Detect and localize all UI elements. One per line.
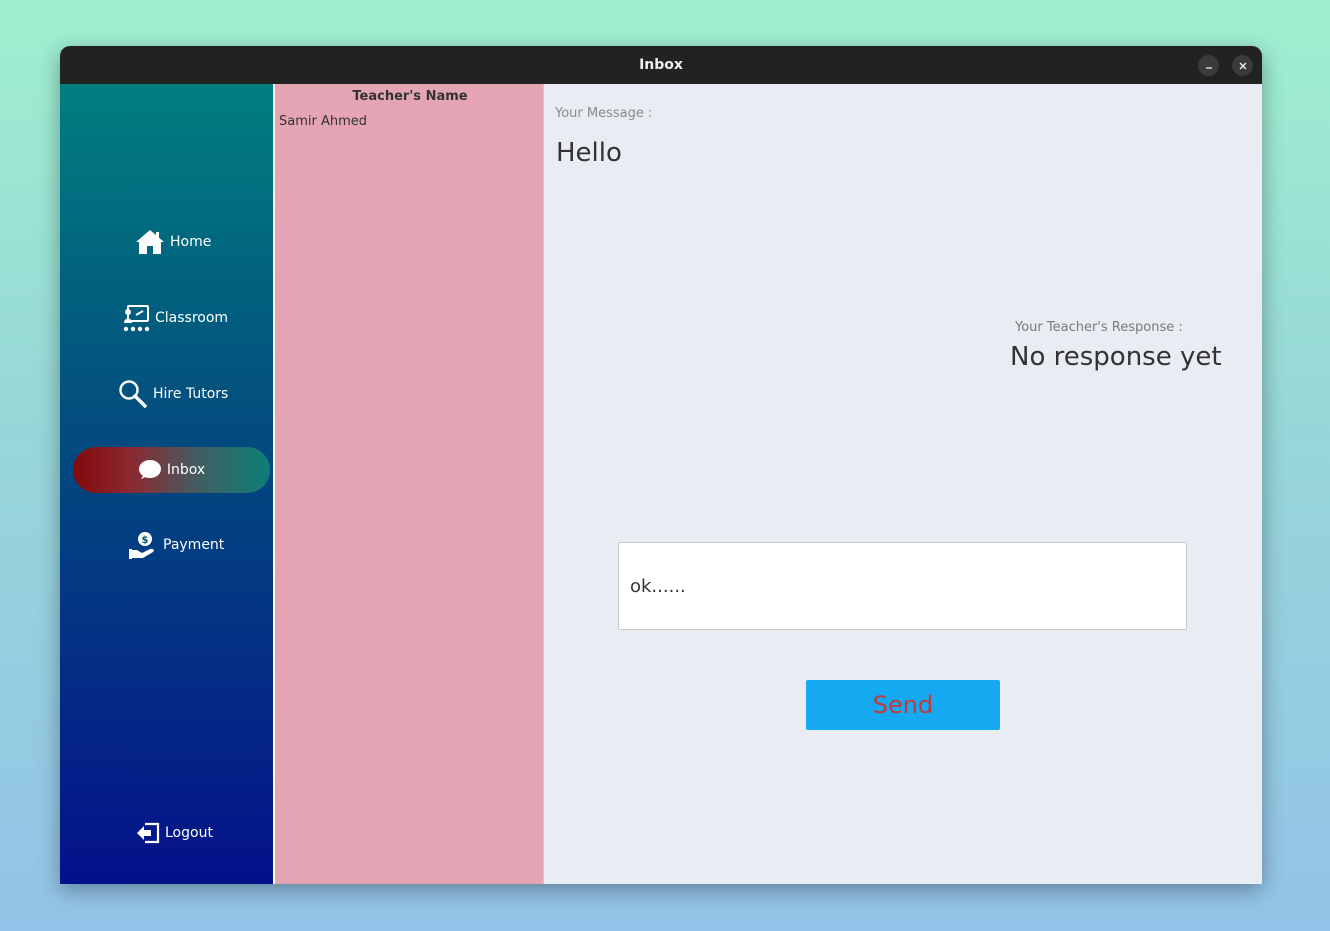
search-icon <box>118 379 148 409</box>
chat-bubble-icon <box>138 459 162 481</box>
close-icon <box>1239 62 1246 69</box>
sidebar-item-label: Hire Tutors <box>153 386 229 402</box>
classroom-icon <box>122 304 150 332</box>
sidebar-item-label: Classroom <box>155 310 229 326</box>
sidebar-item-home[interactable]: Home <box>135 229 211 255</box>
list-item[interactable]: Samir Ahmed <box>279 114 367 129</box>
sidebar-item-label: Inbox <box>166 462 206 478</box>
sidebar-item-payment[interactable]: $ Payment <box>128 530 224 560</box>
minimize-button[interactable] <box>1198 55 1219 76</box>
logout-label: Logout <box>165 825 213 841</box>
home-icon <box>135 229 165 255</box>
your-message-text: Hello <box>556 138 622 168</box>
teacher-list-header: Teacher's Name <box>352 89 468 104</box>
payment-hand-icon: $ <box>128 530 158 560</box>
sidebar-item-classroom[interactable]: Classroom <box>122 304 228 332</box>
logout-icon <box>136 822 160 844</box>
title-bar: Inbox <box>60 46 1262 84</box>
sidebar-item-hire-tutors[interactable]: Hire Tutors <box>118 379 228 409</box>
close-button[interactable] <box>1232 55 1253 76</box>
svg-text:$: $ <box>142 535 149 546</box>
reply-input[interactable] <box>618 542 1187 630</box>
sidebar-item-label: Home <box>170 234 212 250</box>
teacher-list: Teacher's Name Samir Ahmed <box>275 84 543 884</box>
sidebar-item-label: Payment <box>163 537 225 553</box>
your-message-label: Your Message : <box>555 106 653 121</box>
logout-button[interactable]: Logout <box>136 822 213 844</box>
teacher-response-text: No response yet <box>1010 342 1222 372</box>
sidebar-item-inbox[interactable]: Inbox <box>73 447 270 493</box>
send-button[interactable]: Send <box>806 680 1000 730</box>
sidebar: Home Classroom Hire Tutors Inbox $ Payme… <box>60 84 273 884</box>
teacher-response-label: Your Teacher's Response : <box>1015 320 1183 335</box>
inbox-window: Inbox Home Classroom Hire Tutors Inbox $… <box>60 46 1262 884</box>
conversation-panel: Your Message : Hello Your Teacher's Resp… <box>544 84 1262 884</box>
window-title: Inbox <box>639 57 683 73</box>
minimize-icon <box>1205 66 1212 69</box>
